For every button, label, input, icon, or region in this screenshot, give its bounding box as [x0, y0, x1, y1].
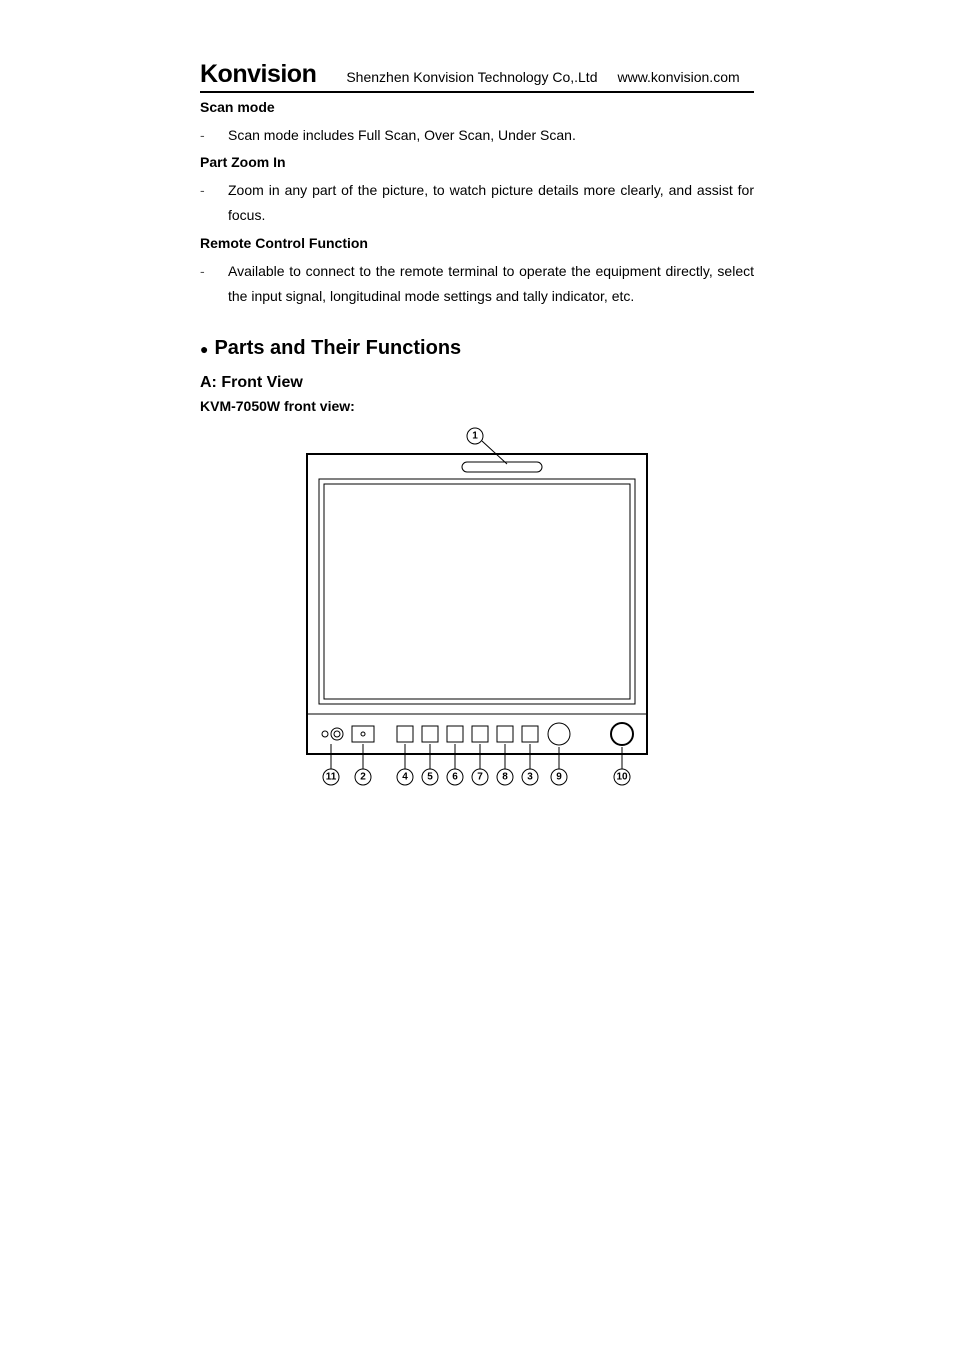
callout-10: 10: [616, 771, 628, 782]
bullet-dot-icon: ●: [200, 341, 208, 357]
callout-1: 1: [472, 430, 478, 441]
scan-mode-title: Scan mode: [200, 99, 754, 115]
callout-row: 11 2 4 5 6 7 8 3 9 10: [323, 769, 630, 785]
scan-mode-item: - Scan mode includes Full Scan, Over Sca…: [200, 123, 754, 148]
bullet-dash-icon: -: [200, 123, 228, 148]
sub-heading: A: Front View: [200, 374, 754, 392]
callout-7: 7: [477, 771, 483, 782]
callout-5: 5: [427, 771, 433, 782]
main-heading: ● Parts and Their Functions: [200, 337, 754, 360]
callout-2: 2: [360, 771, 366, 782]
brand-logo: Konvision: [200, 60, 316, 89]
callout-6: 6: [452, 771, 458, 782]
zoom-title: Part Zoom In: [200, 154, 754, 170]
front-view-diagram: 1: [200, 424, 754, 814]
zoom-item: - Zoom in any part of the picture, to wa…: [200, 178, 754, 228]
remote-title: Remote Control Function: [200, 235, 754, 251]
header-url: www.konvision.com: [617, 69, 739, 85]
page-header: Konvision Shenzhen Konvision Technology …: [200, 60, 754, 93]
model-label: KVM-7050W front view:: [200, 398, 754, 414]
callout-8: 8: [502, 771, 508, 782]
header-company: Shenzhen Konvision Technology Co,.Ltd: [346, 69, 597, 85]
scan-mode-text: Scan mode includes Full Scan, Over Scan,…: [228, 123, 754, 148]
remote-text: Available to connect to the remote termi…: [228, 259, 754, 309]
callout-11: 11: [326, 771, 337, 782]
callout-3: 3: [527, 771, 533, 782]
main-heading-text: Parts and Their Functions: [214, 337, 461, 359]
zoom-text: Zoom in any part of the picture, to watc…: [228, 178, 754, 228]
callout-9: 9: [556, 771, 562, 782]
remote-item: - Available to connect to the remote ter…: [200, 259, 754, 309]
bullet-dash-icon: -: [200, 178, 228, 228]
bullet-dash-icon: -: [200, 259, 228, 309]
callout-4: 4: [402, 771, 408, 782]
